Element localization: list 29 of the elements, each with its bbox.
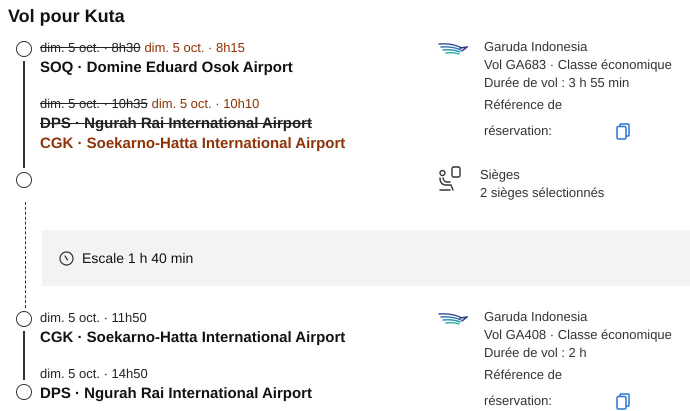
airline-name: Garuda Indonesia: [484, 38, 588, 56]
bird-logo-icon: [438, 42, 468, 56]
layover-duration: Escale 1 h 40 min: [82, 248, 194, 268]
airport-name: CGK · Soekarno-Hatta International Airport: [40, 328, 346, 348]
previous-time: dim. 5 oct. · 8h30: [40, 40, 140, 55]
booking-reference-label: Référence de réservation:: [484, 366, 564, 410]
airport-name: SOQ · Domine Eduard Osok Airport: [40, 58, 293, 78]
previous-airport: DPS · Ngurah Rai International Airport: [40, 114, 312, 134]
copy-icon[interactable]: [616, 393, 630, 410]
copy-icon[interactable]: [616, 123, 630, 140]
departure-time: dim. 5 oct. · 10h10: [152, 96, 260, 111]
departure-time: dim. 5 oct. · 8h15: [144, 40, 245, 55]
bird-logo-icon: [438, 312, 468, 326]
clock-icon: [59, 250, 74, 266]
seat-icon: [438, 166, 462, 192]
flight-info: Vol GA408 · Classe économique: [484, 326, 672, 344]
departure-time: dim. 5 oct. · 11h50: [40, 310, 147, 325]
airport-name: DPS · Ngurah Rai International Airport: [40, 384, 312, 404]
previous-time: dim. 5 oct. · 10h35: [40, 96, 148, 111]
airline-name: Garuda Indonesia: [484, 308, 588, 326]
seats-selected: 2 sièges sélectionnés: [480, 184, 604, 202]
booking-reference-label: Référence de réservation:: [484, 96, 564, 140]
flight-duration: Durée de vol : 2 h: [484, 344, 588, 362]
departure-time: dim. 5 oct. · 14h50: [40, 366, 148, 381]
page-title: Vol pour Kuta: [8, 5, 125, 28]
seats-label: Sièges: [480, 166, 521, 184]
flight-info: Vol GA683 · Classe économique: [484, 56, 672, 74]
airport-name: CGK · Soekarno-Hatta International Airport: [40, 134, 346, 154]
flight-duration: Durée de vol : 3 h 55 min: [484, 74, 630, 92]
